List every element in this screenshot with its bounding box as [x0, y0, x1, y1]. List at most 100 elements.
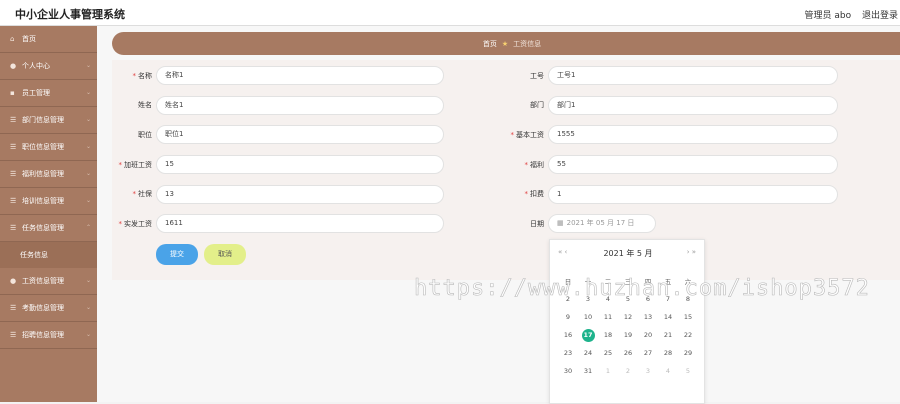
chevron-up-icon: ⌃ [86, 224, 91, 231]
calendar-day[interactable]: 4 [658, 367, 678, 375]
chevron-down-icon: ⌄ [86, 277, 91, 284]
sidebar-item-home[interactable]: ⌂首页 [0, 26, 97, 53]
list-icon: ☰ [10, 116, 18, 124]
calendar-day[interactable]: 11 [598, 313, 618, 321]
date-input[interactable]: ▦2021 年 05 月 17 日 [548, 214, 656, 233]
calendar-title: 2021 年 5 月 [550, 248, 706, 259]
users-icon: ▪ [10, 89, 18, 97]
chevron-down-icon: ⌄ [86, 62, 91, 69]
social-label: *社保 [92, 189, 152, 199]
week-row: 9101112131415 [558, 308, 698, 326]
breadcrumb-current: 工资信息 [513, 39, 541, 49]
calendar-day[interactable]: 9 [558, 313, 578, 321]
calendar-day[interactable]: 23 [558, 349, 578, 357]
calendar-day[interactable]: 3 [638, 367, 658, 375]
next-nav[interactable]: › » [687, 248, 696, 256]
calendar-day[interactable]: 22 [678, 331, 698, 339]
person-name-input[interactable]: 姓名1 [156, 96, 444, 115]
chevron-down-icon: ⌄ [86, 143, 91, 150]
top-right: 管理员 abo 退出登录 [805, 8, 900, 21]
dept-input[interactable]: 部门1 [548, 96, 838, 115]
welfare-input[interactable]: 55 [548, 155, 838, 174]
calendar-day[interactable]: 15 [678, 313, 698, 321]
list-icon: ☰ [10, 331, 18, 339]
week-row: 303112345 [558, 362, 698, 380]
sidebar-item-employees[interactable]: ▪员工管理⌄ [0, 80, 97, 107]
calendar-day[interactable]: 25 [598, 349, 618, 357]
calendar-day[interactable]: 30 [558, 367, 578, 375]
deduction-label: *扣费 [484, 189, 544, 199]
sidebar-item-recruit[interactable]: ☰招聘信息管理⌄ [0, 322, 97, 349]
home-icon: ⌂ [10, 35, 18, 43]
chevron-down-icon: ⌄ [86, 116, 91, 123]
logout-button[interactable]: 退出登录 [862, 11, 898, 21]
calendar-day[interactable]: 27 [638, 349, 658, 357]
sidebar-item-salary[interactable]: ●工资信息管理⌄ [0, 268, 97, 295]
name-input[interactable]: 名称1 [156, 66, 444, 85]
user-icon: ● [10, 62, 18, 70]
sidebar: ⌂首页 ●个人中心⌄ ▪员工管理⌄ ☰部门信息管理⌄ ☰职位信息管理⌄ ☰福利信… [0, 26, 97, 402]
week-row: 23242526272829 [558, 344, 698, 362]
chevron-down-icon: ⌄ [86, 170, 91, 177]
calendar-day[interactable]: 2 [618, 367, 638, 375]
sidebar-item-personal[interactable]: ●个人中心⌄ [0, 53, 97, 80]
welfare-label: *福利 [484, 160, 544, 170]
user-label[interactable]: 管理员 abo [805, 11, 852, 21]
position-input[interactable]: 职位1 [156, 125, 444, 144]
person-name-label: 姓名 [92, 100, 152, 110]
calendar-day[interactable]: 20 [638, 331, 658, 339]
position-label: 职位 [92, 130, 152, 140]
name-label: *名称 [92, 71, 152, 81]
overtime-input[interactable]: 15 [156, 155, 444, 174]
date-label: 日期 [484, 219, 544, 229]
sidebar-item-tasks[interactable]: ☰任务信息管理⌃ [0, 215, 97, 242]
calendar-day[interactable]: 12 [618, 313, 638, 321]
chevron-down-icon: ⌄ [86, 197, 91, 204]
watermark: https://www.huzhan.com/ishop3572 [414, 276, 870, 301]
actual-input[interactable]: 1611 [156, 214, 444, 233]
actual-label: *实发工资 [92, 219, 152, 229]
breadcrumb: 首页 ★ 工资信息 [112, 32, 900, 55]
sidebar-item-position[interactable]: ☰职位信息管理⌄ [0, 134, 97, 161]
list-icon: ☰ [10, 170, 18, 178]
list-icon: ☰ [10, 143, 18, 151]
sidebar-item-dept[interactable]: ☰部门信息管理⌄ [0, 107, 97, 134]
calendar-day[interactable]: 13 [638, 313, 658, 321]
sidebar-item-welfare[interactable]: ☰福利信息管理⌄ [0, 161, 97, 188]
top-bar: 中小企业人事管理系统 管理员 abo 退出登录 [0, 0, 900, 26]
calendar-day[interactable]: 31 [578, 367, 598, 375]
calendar-day[interactable]: 28 [658, 349, 678, 357]
chevron-down-icon: ⌄ [86, 89, 91, 96]
calendar-day[interactable]: 26 [618, 349, 638, 357]
calendar-day[interactable]: 21 [658, 331, 678, 339]
base-salary-input[interactable]: 1555 [548, 125, 838, 144]
star-icon: ★ [502, 40, 508, 48]
calendar-day[interactable]: 24 [578, 349, 598, 357]
submit-button[interactable]: 提交 [156, 244, 198, 265]
calendar-day[interactable]: 19 [618, 331, 638, 339]
breadcrumb-home[interactable]: 首页 [483, 39, 497, 49]
deduction-input[interactable]: 1 [548, 185, 838, 204]
calendar-icon: ▦ [557, 219, 564, 227]
sidebar-subitem-task-info[interactable]: 任务信息 [0, 242, 97, 268]
job-no-input[interactable]: 工号1 [548, 66, 838, 85]
social-input[interactable]: 13 [156, 185, 444, 204]
sidebar-item-training[interactable]: ☰培训信息管理⌄ [0, 188, 97, 215]
list-icon: ☰ [10, 224, 18, 232]
dept-label: 部门 [484, 100, 544, 110]
calendar-day[interactable]: 16 [558, 331, 578, 339]
calendar-day[interactable]: 10 [578, 313, 598, 321]
calendar-day[interactable]: 29 [678, 349, 698, 357]
list-icon: ☰ [10, 197, 18, 205]
user-icon: ● [10, 277, 18, 285]
chevron-down-icon: ⌄ [86, 331, 91, 338]
list-icon: ☰ [10, 304, 18, 312]
cancel-button[interactable]: 取消 [204, 244, 246, 265]
base-salary-label: *基本工资 [484, 130, 544, 140]
calendar-day[interactable]: 14 [658, 313, 678, 321]
calendar-day[interactable]: 1 [598, 367, 618, 375]
calendar-day[interactable]: 5 [678, 367, 698, 375]
calendar-day[interactable]: 17 [578, 329, 598, 342]
sidebar-item-attendance[interactable]: ☰考勤信息管理⌄ [0, 295, 97, 322]
calendar-day[interactable]: 18 [598, 331, 618, 339]
